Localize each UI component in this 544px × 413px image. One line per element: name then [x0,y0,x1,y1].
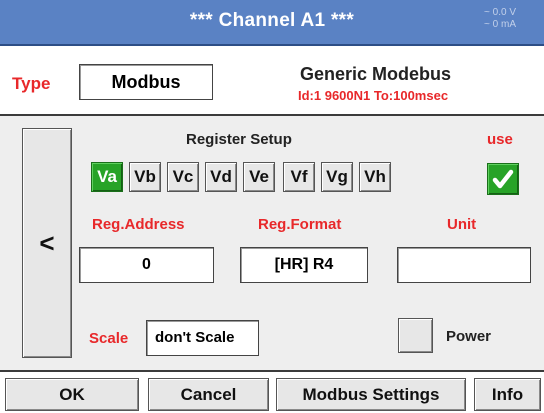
power-checkbox[interactable] [398,318,433,353]
cancel-button[interactable]: Cancel [148,378,269,411]
ok-button[interactable]: OK [5,378,139,411]
register-button-vg[interactable]: Vg [321,162,353,192]
register-button-va[interactable]: Va [91,162,123,192]
reg-address-label: Reg.Address [92,216,185,233]
reg-format-label: Reg.Format [258,216,342,233]
window-title: *** Channel A1 *** [189,10,355,31]
reg-format-field[interactable]: [HR] R4 [240,247,368,283]
register-button-vf[interactable]: Vf [283,162,315,192]
register-button-vc[interactable]: Vc [167,162,199,192]
type-value: Modbus [111,72,181,92]
voltage-readout: ~ 0.0 V [484,7,516,18]
signal-readout: ~ 0.0 V ~ 0 mA [484,7,516,31]
use-label: use [487,131,513,148]
device-name: Generic Modebus [300,64,452,84]
title-bar: *** Channel A1 *** ~ 0.0 V ~ 0 mA [0,0,544,46]
register-button-vb[interactable]: Vb [129,162,161,192]
register-setup-heading: Register Setup [186,131,292,148]
use-checkbox[interactable] [487,163,519,195]
reg-address-field[interactable]: 0 [79,247,214,283]
current-readout: ~ 0 mA [484,19,516,30]
reg-address-value: 0 [142,256,151,273]
register-button-vh[interactable]: Vh [359,162,391,192]
reg-format-value: [HR] R4 [274,256,334,273]
scale-label: Scale [89,330,129,347]
unit-field[interactable] [397,247,531,283]
info-button[interactable]: Info [474,378,541,411]
power-label: Power [446,328,492,345]
divider-bottom [0,370,544,372]
scale-field[interactable]: don't Scale [146,320,259,356]
type-label: Type [12,74,51,93]
modbus-settings-button[interactable]: Modbus Settings [276,378,466,411]
back-arrow-icon: < [39,228,55,258]
register-button-ve[interactable]: Ve [243,162,275,192]
device-params: Id:1 9600N1 To:100msec [298,88,449,103]
back-button[interactable]: < [22,128,72,358]
scale-value: don't Scale [155,329,235,346]
type-field[interactable]: Modbus [79,64,213,100]
register-button-vd[interactable]: Vd [205,162,237,192]
unit-label: Unit [447,216,477,233]
checkmark-icon [492,169,514,189]
